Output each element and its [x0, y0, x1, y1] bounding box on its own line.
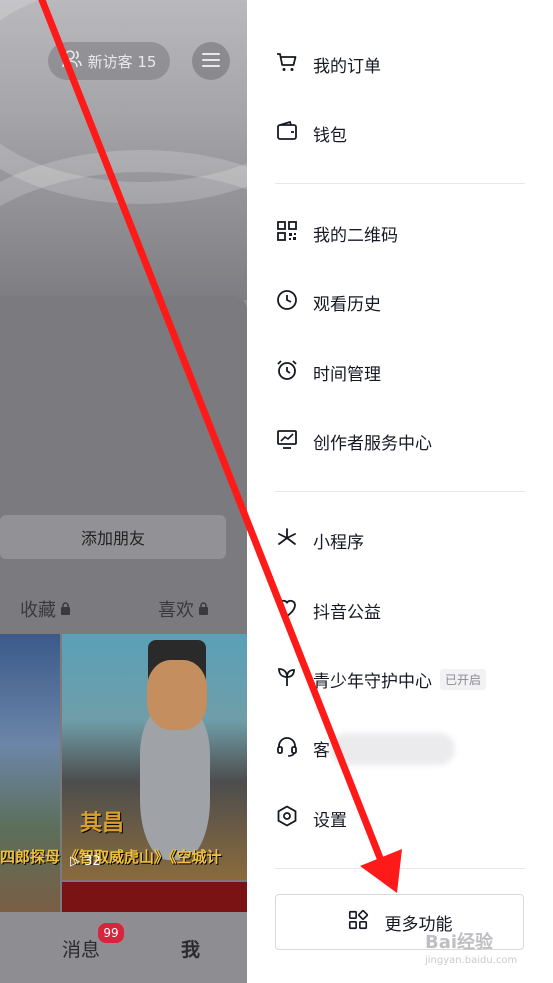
opera-performer-image	[147, 660, 207, 730]
new-visitor-button[interactable]: 新访客 15	[48, 42, 170, 80]
visitor-label: 新访客 15	[87, 52, 157, 71]
play-count: ▷ 32	[70, 854, 101, 869]
visitors-icon	[61, 50, 82, 72]
drawer-item-creator-center[interactable]: 创作者服务中心	[275, 426, 432, 456]
qrcode-icon	[275, 219, 299, 248]
bottom-nav	[0, 912, 247, 983]
wallet-icon	[275, 119, 299, 148]
drawer-item-wallet[interactable]: 钱包	[275, 118, 347, 148]
drawer-item-mini-programs[interactable]: 小程序	[275, 525, 364, 555]
video-thumbnail[interactable]	[62, 882, 247, 912]
drawer-item-settings[interactable]: 设置	[275, 803, 347, 833]
menu-button[interactable]	[192, 42, 230, 80]
clock-icon	[275, 288, 299, 317]
tab-favorites-label: 收藏	[20, 600, 56, 621]
drawer-item-customer-service[interactable]: 客	[275, 733, 330, 763]
add-friend-button[interactable]: 添加朋友	[0, 515, 226, 559]
nav-messages[interactable]: 消息	[62, 935, 100, 962]
drawer-item-youth-protection[interactable]: 青少年守护中心 已开启	[275, 664, 487, 694]
tab-likes[interactable]: 喜欢	[158, 596, 209, 622]
chart-monitor-icon	[275, 427, 299, 456]
side-drawer: 我的订单 钱包 我的二维码 观看历史 时间管理 创作者服务中心 小程序 抖音公益…	[247, 0, 553, 983]
drawer-item-label: 钱包	[313, 125, 347, 146]
drawer-item-label: 客	[313, 740, 330, 761]
tab-favorites[interactable]: 收藏	[20, 596, 71, 622]
drawer-item-label: 抖音公益	[313, 602, 381, 623]
drawer-item-label: 我的二维码	[313, 225, 398, 246]
nav-me[interactable]: 我	[181, 935, 200, 962]
message-badge: 99	[96, 921, 126, 945]
drawer-item-label: 创作者服务中心	[313, 433, 432, 454]
profile-page-dimmed: 新访客 15 添加朋友 收藏 喜欢 其昌 四郎探母 《智取威虎山》《空城计 ▷ …	[0, 0, 247, 983]
drawer-item-orders[interactable]: 我的订单	[275, 49, 381, 79]
drawer-item-time-management[interactable]: 时间管理	[275, 357, 381, 387]
drawer-item-qrcode[interactable]: 我的二维码	[275, 218, 398, 248]
watermark-url: jingyan.baidu.com	[425, 955, 518, 966]
drawer-item-label: 观看历史	[313, 294, 381, 315]
drawer-item-label: 时间管理	[313, 364, 381, 385]
heart-icon	[275, 596, 299, 625]
cart-icon	[275, 50, 299, 79]
lock-icon	[60, 599, 71, 620]
opera-performer-image	[140, 710, 210, 860]
drawer-item-watch-history[interactable]: 观看历史	[275, 287, 381, 317]
status-tag: 已开启	[440, 668, 487, 690]
divider	[275, 491, 525, 492]
play-count-value: 32	[84, 854, 101, 869]
video-caption-left: 四郎探母	[0, 848, 61, 866]
lock-icon	[198, 599, 209, 620]
video-title-overlay: 其昌	[80, 811, 125, 836]
drawer-item-charity[interactable]: 抖音公益	[275, 595, 381, 625]
drawer-item-label: 我的订单	[313, 56, 381, 77]
drawer-item-label: 小程序	[313, 532, 364, 553]
asterisk-icon	[275, 526, 299, 555]
video-thumbnail[interactable]	[0, 634, 60, 912]
divider	[275, 868, 525, 869]
drawer-item-label: 设置	[313, 810, 347, 831]
hamburger-icon	[202, 52, 220, 71]
watermark: Bai经验	[425, 932, 494, 953]
headset-icon	[275, 734, 299, 763]
tab-likes-label: 喜欢	[158, 600, 194, 621]
alarm-icon	[275, 358, 299, 387]
settings-hexagon-icon	[275, 804, 299, 833]
drawer-item-label: 青少年守护中心	[313, 671, 432, 692]
blurred-redaction	[330, 733, 455, 765]
divider	[275, 183, 525, 184]
grid-icon	[347, 909, 369, 936]
sprout-icon	[275, 665, 299, 694]
